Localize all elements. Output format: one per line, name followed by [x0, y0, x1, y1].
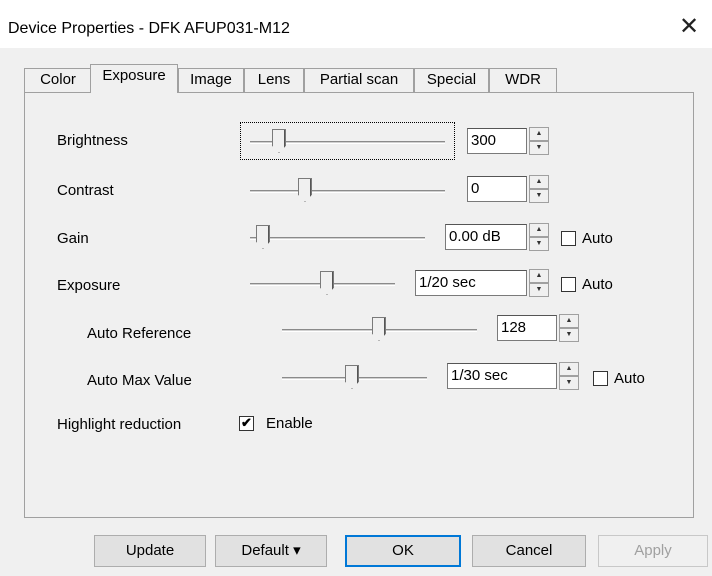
highlight-reduction-label: Highlight reduction [57, 416, 182, 433]
tab-color[interactable]: Color [24, 68, 92, 92]
gain-value-field[interactable]: 0.00 dB [445, 224, 527, 250]
exposure-spinner[interactable]: ▲ ▼ [529, 269, 549, 297]
tab-wdr[interactable]: WDR [489, 68, 557, 92]
auto-reference-value-field[interactable]: 128 [497, 315, 557, 341]
spin-up-icon[interactable]: ▲ [529, 223, 549, 237]
auto-reference-slider[interactable] [282, 315, 477, 345]
close-icon[interactable]: ✕ [676, 14, 702, 40]
slider-track [250, 190, 445, 193]
spin-down-icon[interactable]: ▼ [529, 283, 549, 297]
spin-down-icon[interactable]: ▼ [529, 189, 549, 203]
brightness-slider[interactable] [250, 127, 445, 157]
spin-up-icon[interactable]: ▲ [559, 362, 579, 376]
spin-down-icon[interactable]: ▼ [559, 328, 579, 342]
exposure-slider[interactable] [250, 269, 395, 299]
spin-up-icon[interactable]: ▲ [529, 269, 549, 283]
cancel-button[interactable]: Cancel [472, 535, 586, 567]
auto-reference-label: Auto Reference [87, 325, 192, 342]
default-button[interactable]: Default ▾ [215, 535, 327, 567]
auto-max-value-field[interactable]: 1/30 sec [447, 363, 557, 389]
contrast-value-field[interactable]: 0 [467, 176, 527, 202]
contrast-label: Contrast [57, 182, 114, 199]
gain-auto-checkbox[interactable] [561, 231, 576, 246]
tab-partial-scan[interactable]: Partial scan [304, 68, 414, 92]
contrast-spinner[interactable]: ▲ ▼ [529, 175, 549, 203]
spin-up-icon[interactable]: ▲ [529, 127, 549, 141]
exposure-value-field[interactable]: 1/20 sec [415, 270, 527, 296]
exposure-auto-checkbox[interactable] [561, 277, 576, 292]
exposure-label: Exposure [57, 277, 121, 294]
title-bar: Device Properties - DFK AFUP031-M12 ✕ [0, 0, 712, 48]
slider-thumb[interactable] [320, 271, 334, 295]
slider-thumb[interactable] [272, 129, 286, 153]
window-title: Device Properties - DFK AFUP031-M12 [8, 20, 290, 37]
brightness-spinner[interactable]: ▲ ▼ [529, 127, 549, 155]
tab-lens[interactable]: Lens [244, 68, 304, 92]
highlight-enable-label: Enable [266, 415, 313, 432]
exposure-auto-label: Auto [582, 276, 613, 293]
spin-down-icon[interactable]: ▼ [559, 376, 579, 390]
auto-max-value-spinner[interactable]: ▲ ▼ [559, 362, 579, 390]
slider-thumb[interactable] [345, 365, 359, 389]
gain-label: Gain [57, 230, 89, 247]
slider-thumb[interactable] [298, 178, 312, 202]
auto-max-value-auto-label: Auto [614, 370, 645, 387]
tab-exposure[interactable]: Exposure [90, 64, 178, 93]
apply-button[interactable]: Apply [598, 535, 708, 567]
slider-thumb[interactable] [372, 317, 386, 341]
spin-down-icon[interactable]: ▼ [529, 237, 549, 251]
spin-up-icon[interactable]: ▲ [529, 175, 549, 189]
auto-max-value-label: Auto Max Value [87, 372, 192, 389]
tab-image[interactable]: Image [178, 68, 244, 92]
tab-special[interactable]: Special [414, 68, 489, 92]
gain-spinner[interactable]: ▲ ▼ [529, 223, 549, 251]
auto-max-value-auto-checkbox[interactable] [593, 371, 608, 386]
brightness-label: Brightness [57, 132, 128, 149]
auto-max-value-slider[interactable] [282, 363, 427, 393]
contrast-slider[interactable] [250, 176, 445, 206]
slider-thumb[interactable] [256, 225, 270, 249]
ok-button[interactable]: OK [345, 535, 461, 567]
gain-auto-label: Auto [582, 230, 613, 247]
gain-slider[interactable] [250, 223, 425, 253]
auto-reference-spinner[interactable]: ▲ ▼ [559, 314, 579, 342]
spin-down-icon[interactable]: ▼ [529, 141, 549, 155]
brightness-value-field[interactable]: 300 [467, 128, 527, 154]
slider-track [250, 237, 425, 240]
spin-up-icon[interactable]: ▲ [559, 314, 579, 328]
highlight-enable-checkbox[interactable]: ✔ [239, 416, 254, 431]
update-button[interactable]: Update [94, 535, 206, 567]
